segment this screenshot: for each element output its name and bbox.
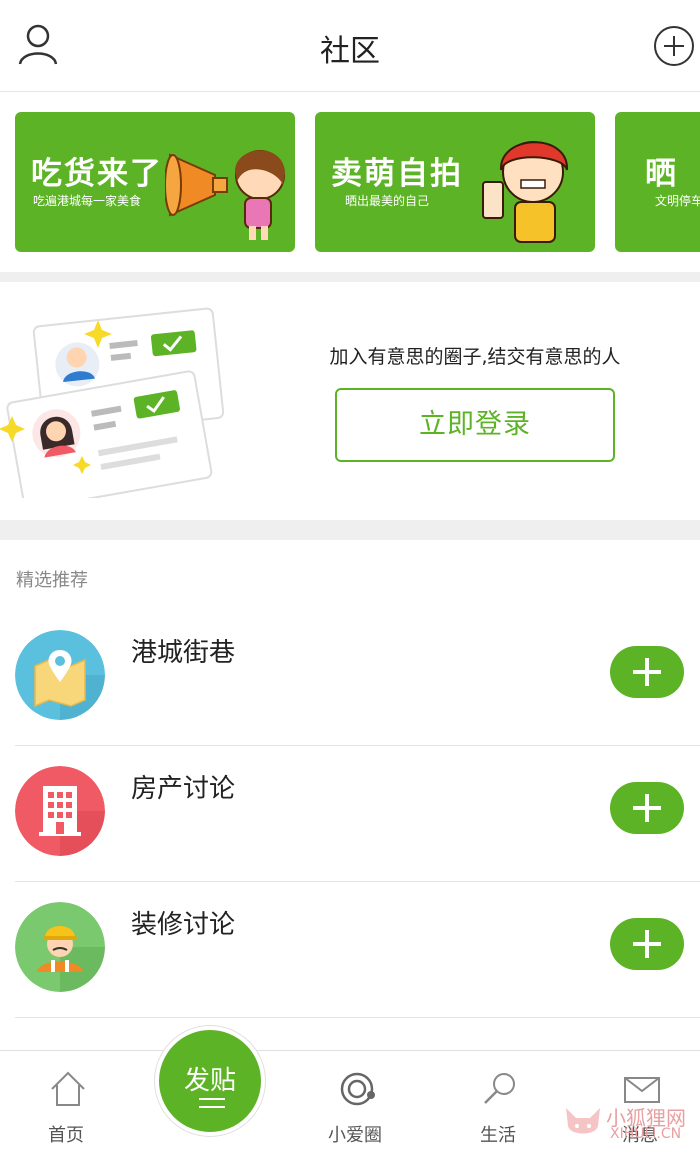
banner-title: 吃货来了 <box>31 156 163 192</box>
tab-label: 首页 <box>48 1125 84 1146</box>
plus-icon <box>633 930 661 958</box>
group-name: 装修讨论 <box>131 910 236 940</box>
banner-carousel[interactable]: 吃货来了 吃遍港城每一家美食 卖萌自拍 晒出最美的自己 晒 文明停车 <box>0 92 700 272</box>
plus-icon <box>633 658 661 686</box>
banner-subtitle: 吃遍港城每一家美食 <box>33 194 142 208</box>
login-now-button[interactable]: 立即登录 <box>335 388 615 462</box>
tab-label: 生活 <box>480 1125 516 1146</box>
join-group-button[interactable] <box>610 918 684 970</box>
top-bar: 社区 <box>0 0 700 92</box>
add-circle-icon[interactable] <box>652 24 696 68</box>
banner-subtitle: 文明停车 <box>655 194 700 208</box>
profile-cards-illustration <box>0 307 225 498</box>
page-title: 社区 <box>320 34 380 69</box>
watermark: 小狐狸网 XIHULI.CN <box>560 1098 700 1148</box>
map-pin-icon <box>15 630 105 720</box>
tab-home[interactable]: 首页 <box>16 1051 116 1150</box>
menu-lines-icon <box>199 1098 225 1108</box>
group-name: 房产讨论 <box>131 774 236 804</box>
group-name: 港城街巷 <box>131 638 236 668</box>
plus-icon <box>633 794 661 822</box>
megaphone-girl-illustration <box>165 150 285 240</box>
post-label: 发贴 <box>183 1066 236 1096</box>
post-button[interactable]: 发贴 <box>155 1026 265 1136</box>
worker-icon <box>15 902 105 992</box>
join-group-button[interactable] <box>610 782 684 834</box>
fox-logo-icon <box>566 1108 600 1134</box>
list-item[interactable]: 港城街巷 <box>0 610 700 746</box>
login-promo-text: 加入有意思的圈子,结交有意思的人 <box>329 346 621 368</box>
tab-label: 小爱圈 <box>328 1125 382 1146</box>
login-prompt-card: 加入有意思的圈子,结交有意思的人 立即登录 <box>0 282 700 520</box>
banner-title: 卖萌自拍 <box>331 156 463 192</box>
section-divider <box>0 272 700 282</box>
featured-section-label: 精选推荐 <box>16 570 88 591</box>
tab-life[interactable]: 生活 <box>448 1051 548 1150</box>
row-divider <box>15 1017 700 1018</box>
banner-selfie[interactable]: 卖萌自拍 晒出最美的自己 <box>315 112 595 252</box>
watermark-domain: XIHULI.CN <box>610 1126 682 1142</box>
circle-icon <box>340 1072 375 1106</box>
banner-title: 晒 <box>645 156 678 192</box>
banner-subtitle: 晒出最美的自己 <box>345 194 430 208</box>
home-icon <box>51 1071 85 1106</box>
list-item[interactable]: 装修讨论 <box>0 882 700 1018</box>
tab-xiaoaiquan[interactable]: 小爱圈 <box>305 1051 405 1150</box>
join-group-button[interactable] <box>610 646 684 698</box>
section-divider <box>0 520 700 540</box>
selfie-boy-illustration <box>482 141 569 243</box>
banner-foodie[interactable]: 吃货来了 吃遍港城每一家美食 <box>15 112 295 252</box>
list-item[interactable]: 房产讨论 <box>0 746 700 882</box>
search-icon <box>484 1073 515 1104</box>
building-icon <box>15 766 105 856</box>
banner-parking[interactable]: 晒 文明停车 <box>615 112 700 252</box>
